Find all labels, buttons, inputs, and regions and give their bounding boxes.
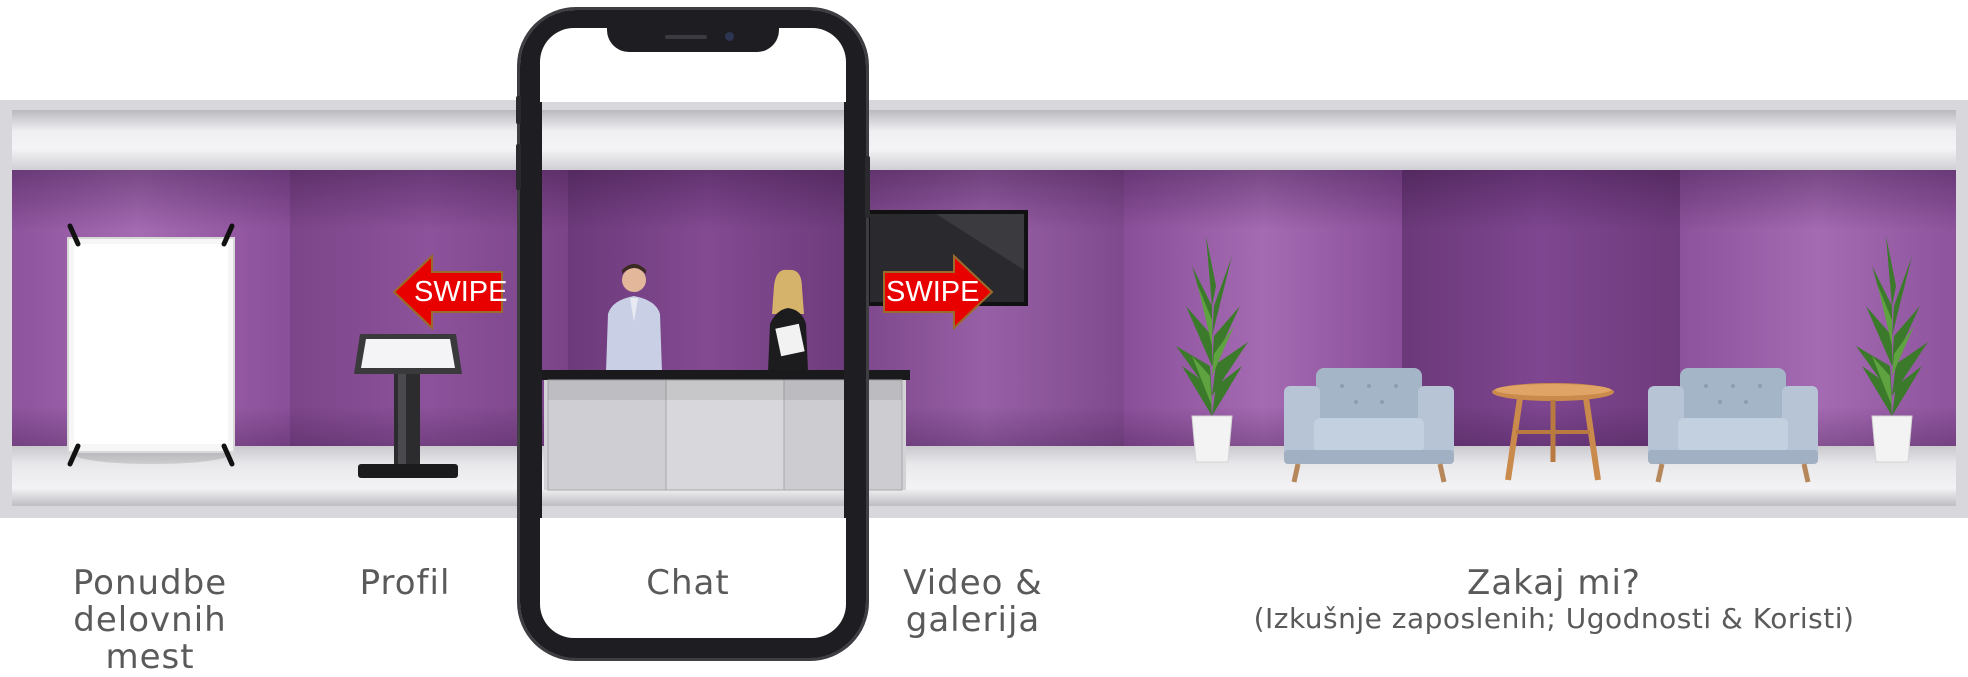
kiosk-icon[interactable]: [352, 330, 464, 482]
why-us-title: Zakaj mi?: [1467, 563, 1641, 603]
booth-ceiling: [12, 110, 1956, 170]
phone-power-button: [865, 156, 870, 218]
swipe-left-label: SWIPE: [414, 276, 508, 308]
phone-volume-button: [516, 144, 521, 190]
phone-notch: [607, 26, 779, 52]
nav-label-video-gallery[interactable]: Video & galerija: [880, 565, 1066, 639]
swipe-left-arrow[interactable]: SWIPE: [392, 254, 508, 330]
nav-label-why-us[interactable]: Zakaj mi? (Izkušnje zaposlenih; Ugodnost…: [1160, 565, 1948, 636]
armchair-icon: [1648, 368, 1818, 483]
phone-side-button: [516, 96, 521, 124]
armchair-icon: [1284, 368, 1454, 483]
nav-label-chat[interactable]: Chat: [608, 565, 768, 602]
plant-icon: [1176, 236, 1248, 463]
nav-label-profile[interactable]: Profil: [330, 565, 480, 602]
plant-icon: [1856, 236, 1928, 463]
side-table-icon: [1492, 383, 1614, 481]
poster-stand-icon[interactable]: [60, 218, 240, 470]
nav-label-job-offers[interactable]: Ponudbe delovnih mest: [50, 565, 250, 676]
why-us-subtitle: (Izkušnje zaposlenih; Ugodnosti & Korist…: [1253, 602, 1855, 635]
